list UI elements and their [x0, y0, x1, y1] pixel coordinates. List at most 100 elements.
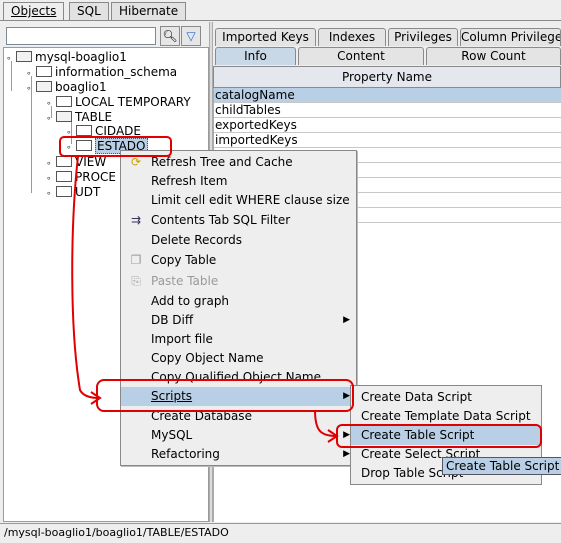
tree-node-procedure[interactable]: ∘ PROCE	[46, 170, 116, 185]
tab-sql[interactable]: SQL	[69, 2, 109, 21]
submenu-item-label: Create Data Script	[361, 390, 472, 404]
submenu-item-create-data-script[interactable]: Create Data Script	[351, 388, 541, 407]
expand-handle-icon[interactable]: ∘	[46, 187, 56, 202]
folder-icon	[56, 156, 72, 167]
expand-handle-icon[interactable]: ∘	[46, 112, 56, 127]
folder-icon	[16, 51, 32, 62]
tab-privileges[interactable]: Privileges	[388, 28, 458, 46]
tab-content[interactable]: Content	[298, 47, 424, 65]
tree-node-local-temporary[interactable]: ∘ LOCAL TEMPORARY	[46, 95, 191, 110]
tree-node-table[interactable]: ∘ TABLE	[46, 110, 112, 125]
tab-objects[interactable]: Objects	[3, 2, 65, 21]
tab-label: Content	[337, 49, 385, 63]
folder-icon	[76, 140, 92, 151]
tab-label: Info	[244, 49, 267, 63]
tree-node-information-schema[interactable]: ∘ information_schema	[26, 65, 177, 80]
tab-label: Imported Keys	[222, 30, 309, 44]
submenu-arrow-icon: ▶	[343, 391, 350, 401]
menu-item-copy-object-name[interactable]: Copy Object Name	[121, 349, 356, 368]
menu-item-refresh-tree[interactable]: ⟳ Refresh Tree and Cache	[121, 153, 356, 172]
menu-item-label: Refactoring	[151, 447, 220, 461]
table-row[interactable]: importedKeys	[214, 133, 561, 148]
menu-item-label: Contents Tab SQL Filter	[151, 213, 291, 227]
expand-handle-icon[interactable]: ∘	[66, 141, 76, 156]
context-menu: ⟳ Refresh Tree and Cache Refresh Item Lim…	[120, 150, 357, 466]
tree-node-boaglio1[interactable]: ∘ boaglio1	[26, 80, 107, 95]
tooltip: Create Table Script	[442, 457, 561, 475]
tab-divider	[0, 20, 561, 21]
menu-item-db-diff[interactable]: DB Diff ▶	[121, 311, 356, 330]
menu-item-label: Copy Object Name	[151, 351, 264, 365]
menu-item-import-file[interactable]: Import file	[121, 330, 356, 349]
tab-label: Row Count	[461, 49, 526, 63]
tree-node-label: PROCE	[75, 170, 116, 184]
tree-filter-input[interactable]	[6, 27, 156, 45]
menu-item-refresh-item[interactable]: Refresh Item	[121, 172, 356, 191]
menu-item-limit-cell-edit[interactable]: Limit cell edit WHERE clause size	[121, 191, 356, 210]
tree-node-cidade[interactable]: ∘ CIDADE	[66, 124, 141, 139]
folder-icon	[36, 66, 52, 77]
folder-icon	[56, 171, 72, 182]
tab-row-count[interactable]: Row Count	[426, 47, 561, 65]
tree-node-label: mysql-boaglio1	[35, 50, 127, 64]
tab-objects-label: Objects	[11, 4, 57, 18]
tree-node-label: TABLE	[75, 110, 113, 124]
menu-item-scripts[interactable]: Scripts ▶	[121, 387, 356, 406]
menu-item-delete-records[interactable]: Delete Records	[121, 231, 356, 250]
tree-node-label: UDT	[75, 185, 101, 199]
menu-item-label: Delete Records	[151, 233, 242, 247]
menu-item-create-database[interactable]: Create Database	[121, 407, 356, 426]
filter-button[interactable]: ▽	[181, 26, 201, 46]
menu-item-label: Create Database	[151, 409, 252, 423]
tree-node-view[interactable]: ∘ VIEW	[46, 155, 106, 170]
tab-label: Column Privileges	[461, 30, 561, 44]
tree-node-label: LOCAL TEMPORARY	[75, 95, 191, 109]
menu-item-add-to-graph[interactable]: Add to graph	[121, 292, 356, 311]
tab-imported-keys[interactable]: Imported Keys	[215, 28, 316, 46]
paste-icon: ⎘	[131, 274, 141, 288]
folder-icon	[56, 186, 72, 197]
menu-item-label: Refresh Tree and Cache	[151, 155, 293, 169]
copy-icon: ❐	[130, 253, 142, 267]
menu-item-label: Refresh Item	[151, 174, 228, 188]
menu-item-label: Add to graph	[151, 294, 230, 308]
menu-item-label: Copy Qualified Object Name	[151, 370, 321, 384]
search-icon: 🔍︎	[162, 29, 178, 43]
tree-node-udt[interactable]: ∘ UDT	[46, 185, 100, 200]
status-path: /mysql-boaglio1/boaglio1/TABLE/ESTADO	[4, 526, 229, 539]
column-header-property-name[interactable]: Property Name	[213, 66, 561, 88]
tab-column-privileges[interactable]: Column Privileges	[460, 28, 561, 46]
folder-icon	[56, 111, 72, 122]
menu-item-label: DB Diff	[151, 313, 194, 327]
tab-label: Indexes	[328, 30, 376, 44]
submenu-item-label: Create Template Data Script	[361, 409, 531, 423]
tree-node-label: information_schema	[55, 65, 178, 79]
tab-hibernate[interactable]: Hibernate	[111, 2, 187, 21]
table-row[interactable]: catalogName	[214, 88, 561, 103]
menu-item-mysql[interactable]: MySQL ▶	[121, 426, 356, 445]
menu-item-label: Copy Table	[151, 253, 217, 267]
expand-handle-icon[interactable]: ∘	[26, 82, 36, 97]
tree-node-label: VIEW	[75, 155, 107, 169]
submenu-item-create-template-data-script[interactable]: Create Template Data Script	[351, 407, 541, 426]
menu-item-copy-table[interactable]: ❐ Copy Table	[121, 251, 356, 270]
table-row[interactable]: childTables	[214, 103, 561, 118]
table-cell: childTables	[215, 103, 281, 117]
tree-node-label: boaglio1	[55, 80, 107, 94]
table-row[interactable]: exportedKeys	[214, 118, 561, 133]
tree-node-connection[interactable]: ∘ mysql-boaglio1	[6, 50, 127, 65]
tab-info[interactable]: Info	[215, 47, 296, 65]
tab-indexes[interactable]: Indexes	[318, 28, 386, 46]
submenu-arrow-icon: ▶	[343, 430, 350, 440]
submenu-arrow-icon: ▶	[343, 315, 350, 325]
menu-item-refactoring[interactable]: Refactoring ▶	[121, 445, 356, 464]
submenu-item-create-table-script[interactable]: Create Table Script	[351, 426, 541, 445]
expand-handle-icon[interactable]: ∘	[6, 52, 16, 67]
filter-list-icon: ⇉	[130, 213, 142, 227]
search-button[interactable]: 🔍︎	[160, 26, 180, 46]
tab-hibernate-label: Hibernate	[119, 4, 179, 18]
folder-icon	[76, 125, 92, 136]
menu-item-copy-qualified-object-name[interactable]: Copy Qualified Object Name	[121, 368, 356, 387]
tab-sql-label: SQL	[77, 4, 101, 18]
menu-item-contents-tab-sql-filter[interactable]: ⇉ Contents Tab SQL Filter	[121, 211, 356, 230]
